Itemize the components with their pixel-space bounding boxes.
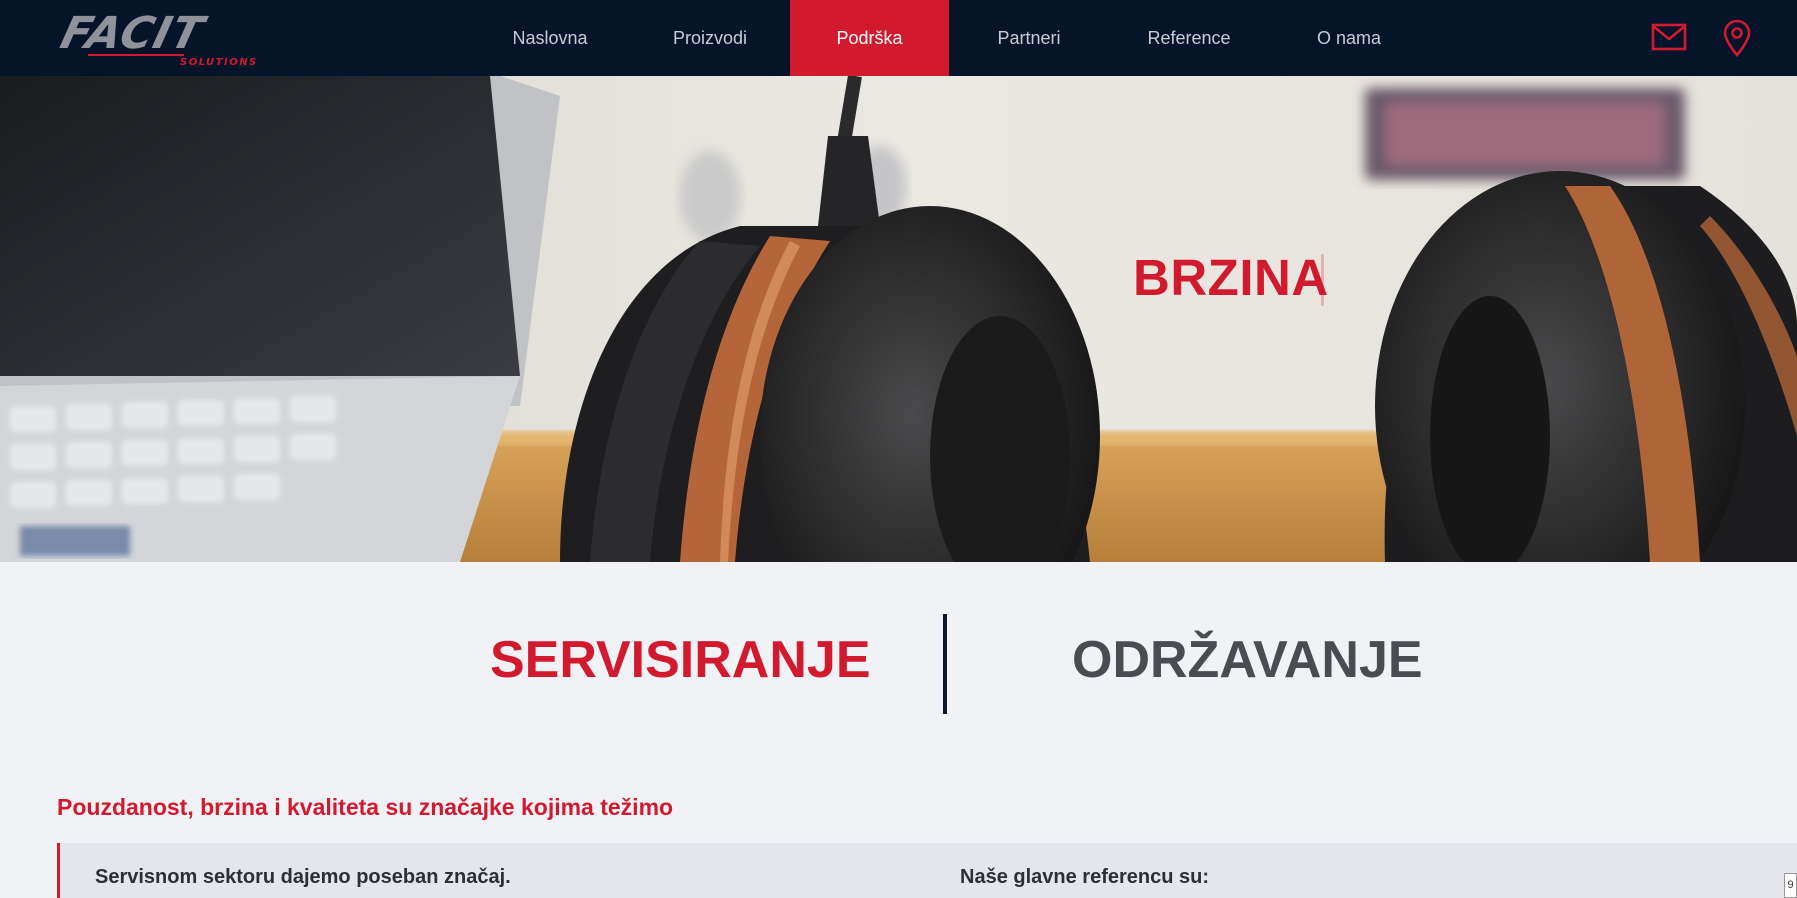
nav-item-o-nama[interactable]: O nama <box>1289 0 1409 76</box>
service-intro-text: Servisnom sektoru dajemo poseban značaj. <box>95 866 511 888</box>
hero-headphones-image <box>0 76 1797 562</box>
location-pin-icon[interactable] <box>1722 19 1752 57</box>
logo-wordmark: FACIT <box>55 8 210 59</box>
nav-item-reference[interactable]: Reference <box>1129 0 1249 76</box>
mail-icon[interactable] <box>1651 22 1687 52</box>
hero-headline: BRZINA <box>1133 249 1329 306</box>
tab-divider <box>943 614 947 714</box>
section-heading: Pouzdanost, brzina i kvaliteta su značaj… <box>57 794 674 820</box>
logo-underline <box>87 54 185 56</box>
nav-item-naslovna[interactable]: Naslovna <box>490 0 610 76</box>
top-navbar: FACIT SOLUTIONS Naslovna Proizvodi Podrš… <box>0 0 1797 76</box>
typing-cursor <box>1321 254 1324 306</box>
logo-subtitle: SOLUTIONS <box>180 57 258 68</box>
hero-banner: BRZINA <box>0 76 1797 562</box>
facit-logo[interactable]: FACIT SOLUTIONS <box>56 8 314 70</box>
references-heading: Naše glavne referencu su: <box>960 866 1209 888</box>
nav-item-proizvodi[interactable]: Proizvodi <box>650 0 770 76</box>
nav-item-podrska[interactable]: Podrška <box>790 0 949 76</box>
page-number-badge: 9 <box>1784 873 1797 898</box>
tab-servisiranje[interactable]: SERVISIRANJE <box>490 627 871 693</box>
nav-item-partneri[interactable]: Partneri <box>969 0 1089 76</box>
tab-odrzavanje[interactable]: ODRŽAVANJE <box>1072 627 1423 693</box>
